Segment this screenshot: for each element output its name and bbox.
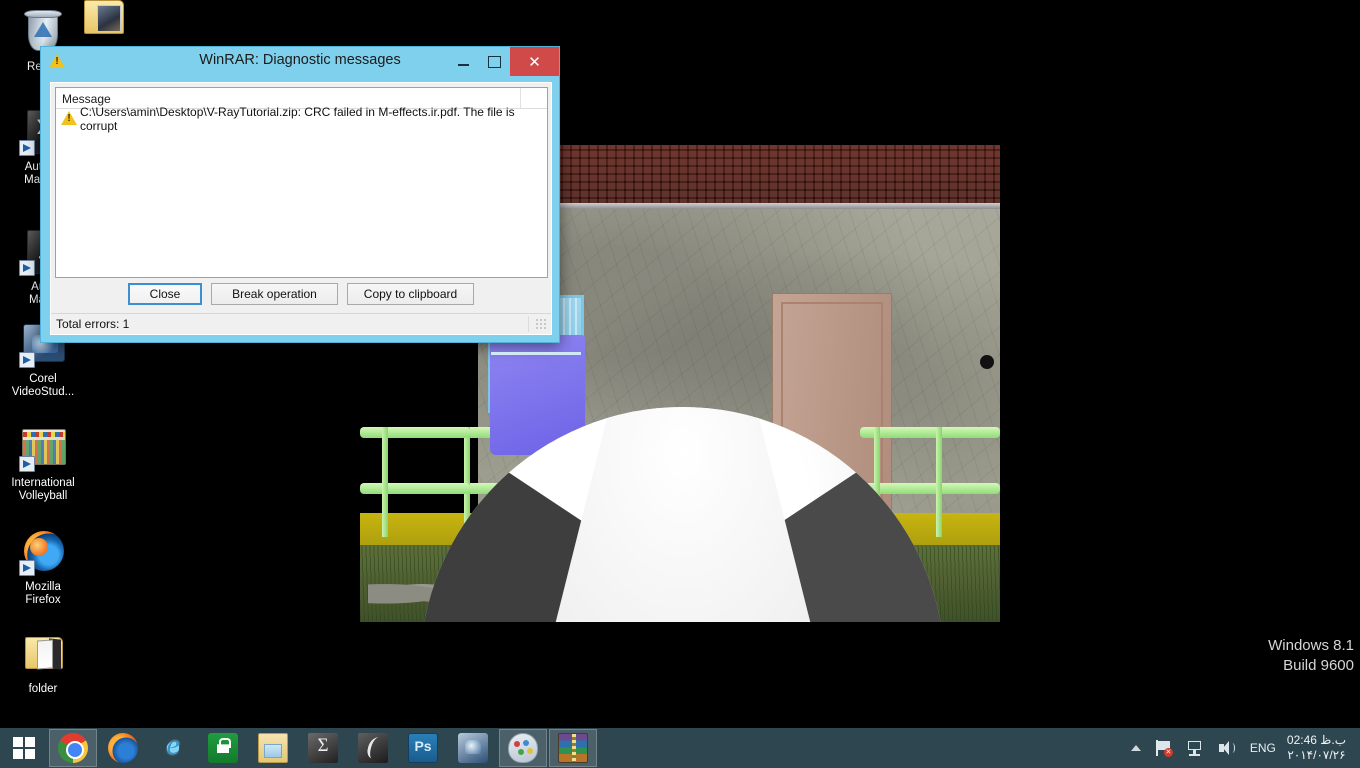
taskbar-items[interactable] <box>48 728 598 768</box>
desktop-icon-mozilla-firefox[interactable]: Mozilla Firefox <box>0 528 86 607</box>
shortcut-arrow-icon <box>19 456 35 472</box>
winrar-diagnostic-messages-dialog[interactable]: WinRAR: Diagnostic messages ✕ Message C:… <box>40 46 560 343</box>
break-operation-button[interactable]: Break operation <box>211 283 338 305</box>
windows-logo-icon <box>13 737 35 759</box>
taskbar-winrar[interactable] <box>549 729 597 767</box>
desktop-icon-folder[interactable]: folder <box>0 630 86 696</box>
taskbar-maya[interactable] <box>349 729 397 767</box>
table-row[interactable]: C:\Users\amin\Desktop\V-RayTutorial.zip:… <box>56 105 547 133</box>
folder-icon <box>84 0 132 48</box>
winrar-icon <box>558 733 588 763</box>
dialog-titlebar[interactable]: WinRAR: Diagnostic messages ✕ <box>41 47 559 76</box>
paint-icon <box>508 733 538 763</box>
railing-post <box>382 427 388 537</box>
chevron-up-icon <box>1130 745 1141 751</box>
dialog-body: Message C:\Users\amin\Desktop\V-RayTutor… <box>50 82 552 335</box>
corel-videostudio-icon <box>458 733 488 763</box>
start-button[interactable] <box>0 728 48 768</box>
warning-triangle-icon <box>61 111 77 126</box>
language-indicator[interactable]: ENG <box>1243 728 1283 768</box>
desktop-icon-label-2: Volleyball <box>18 490 68 502</box>
messages-list[interactable]: Message C:\Users\amin\Desktop\V-RayTutor… <box>55 87 548 278</box>
firefox-icon <box>19 528 67 576</box>
taskbar-ie[interactable] <box>149 729 197 767</box>
taskbar-chrome[interactable] <box>49 729 97 767</box>
photoshop-icon <box>408 733 438 763</box>
clock-date: ۲۰۱۴/۰۷/۲۶ <box>1287 748 1346 762</box>
desktop-icon-international-volleyball[interactable]: International Volleyball <box>0 424 91 503</box>
system-tray[interactable]: ✕ ENG 02:46 ب.ظ ۲۰۱۴/۰۷/۲۶ <box>1124 728 1360 768</box>
firefox-icon <box>108 733 138 763</box>
taskbar-photoshop[interactable] <box>399 729 447 767</box>
taskbar-store[interactable] <box>199 729 247 767</box>
volleyball-game-icon <box>19 424 67 472</box>
internet-explorer-icon <box>158 729 188 763</box>
action-center-button[interactable]: ✕ <box>1148 728 1179 768</box>
folder-icon <box>25 637 73 685</box>
clock[interactable]: 02:46 ب.ظ ۲۰۱۴/۰۷/۲۶ <box>1283 728 1354 768</box>
network-button[interactable] <box>1179 728 1211 768</box>
minimize-button[interactable] <box>448 47 479 76</box>
taskbar-corel[interactable] <box>449 729 497 767</box>
dialog-statusbar: Total errors: 1 <box>51 313 551 334</box>
copy-to-clipboard-button[interactable]: Copy to clipboard <box>347 283 474 305</box>
knob <box>980 355 994 369</box>
taskbar-paint[interactable] <box>499 729 547 767</box>
taskbar-firefox[interactable] <box>99 729 147 767</box>
clock-time: 02:46 ب.ظ <box>1286 733 1346 747</box>
window-controls[interactable]: ✕ <box>448 47 559 76</box>
desktop-icon-label: Corel <box>29 373 57 385</box>
desktop-icon-label-2: Firefox <box>25 594 61 606</box>
3dsmax-icon <box>308 733 338 763</box>
taskbar-explorer[interactable] <box>249 729 297 767</box>
shortcut-arrow-icon <box>19 352 35 368</box>
taskbar-3dsmax[interactable] <box>299 729 347 767</box>
screen: Recyc Ʃ Autode Max 20 ʃ Auto Maya <box>0 0 1360 768</box>
volume-icon <box>1218 740 1236 756</box>
store-icon <box>208 733 238 763</box>
file-explorer-icon <box>258 733 288 763</box>
desktop-icon-label-2: VideoStud... <box>11 386 75 398</box>
taskbar[interactable]: ✕ ENG 02:46 ب.ظ ۲۰۱۴/۰۷/۲۶ <box>0 728 1360 768</box>
close-window-button[interactable]: ✕ <box>510 47 559 76</box>
show-hidden-icons-button[interactable] <box>1124 728 1148 768</box>
maya-icon <box>358 733 388 763</box>
watermark-line-2: Build 9600 <box>1283 657 1354 674</box>
shortcut-arrow-icon <box>19 560 35 576</box>
resize-grip[interactable] <box>535 318 548 331</box>
network-icon <box>1186 740 1204 756</box>
action-center-flag-icon: ✕ <box>1155 740 1173 757</box>
dialog-button-row: Close Break operation Copy to clipboard <box>51 283 551 305</box>
volume-button[interactable] <box>1211 728 1243 768</box>
windows-watermark: Windows 8.1 Build 9600 <box>1268 636 1354 676</box>
close-button[interactable]: Close <box>128 283 202 305</box>
desktop-icon-label: Mozilla <box>25 581 61 593</box>
watermark-line-1: Windows 8.1 <box>1268 637 1354 654</box>
maximize-button[interactable] <box>479 47 510 76</box>
chrome-icon <box>58 733 88 763</box>
shortcut-arrow-icon <box>19 140 35 156</box>
status-total-errors: Total errors: 1 <box>56 317 130 331</box>
message-text: C:\Users\amin\Desktop\V-RayTutorial.zip:… <box>80 104 515 133</box>
shortcut-arrow-icon <box>19 260 35 276</box>
desktop-icon-label: International <box>11 477 75 489</box>
